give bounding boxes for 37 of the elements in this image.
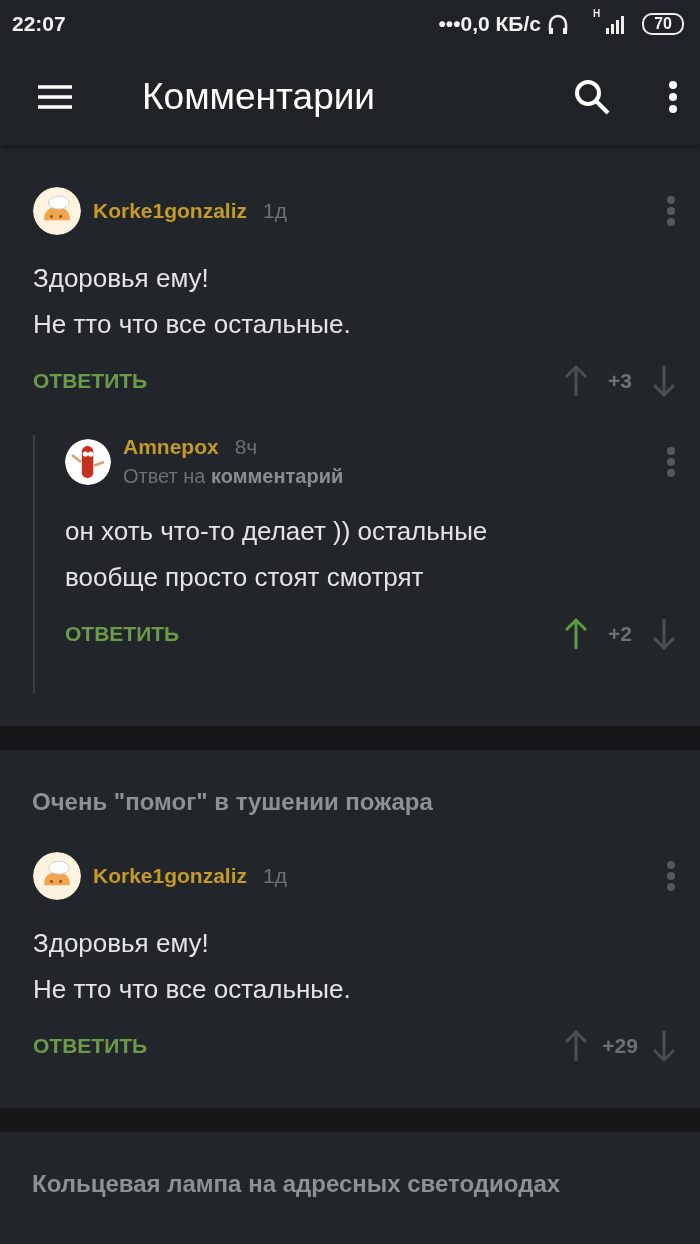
- vote-score: +29: [601, 1034, 639, 1058]
- reply-to-text: Ответ на комментарий: [123, 465, 345, 488]
- author-name[interactable]: Amnepox: [123, 435, 219, 459]
- vote-score: +3: [607, 369, 633, 393]
- avatar-icon[interactable]: [65, 438, 111, 485]
- comment-text: Здоровья ему!: [33, 927, 210, 960]
- avatar-icon[interactable]: [33, 187, 81, 235]
- author-name[interactable]: Korke1gonzaliz: [93, 864, 248, 888]
- comment-age: 1д: [263, 199, 287, 223]
- network-type: H: [592, 8, 601, 19]
- upvote-icon[interactable]: [564, 617, 588, 651]
- comment-text: Не тто что все остальные.: [33, 308, 352, 341]
- post-title[interactable]: Кольцевая лампа на адресных светодиодах: [32, 1170, 668, 1198]
- comment-text: вообще просто стоят смотрят: [65, 561, 425, 594]
- headphones-icon: [546, 13, 569, 35]
- comment-text: он хоть что-то делает )) остальные: [65, 515, 489, 548]
- network-speed: •••0,0 КБ/с: [438, 12, 541, 36]
- search-icon[interactable]: [574, 78, 610, 115]
- author-name[interactable]: Korke1gonzaliz: [93, 199, 248, 223]
- comment-text: Здоровья ему!: [33, 262, 210, 295]
- comment-age: 1д: [263, 864, 287, 888]
- more-icon[interactable]: [668, 80, 678, 113]
- reply-link[interactable]: ОТВЕТИТЬ: [65, 622, 564, 646]
- downvote-icon[interactable]: [652, 617, 676, 651]
- vote-score: +2: [607, 622, 633, 646]
- reply-link[interactable]: ОТВЕТИТЬ: [33, 369, 564, 393]
- comment-age: 8ч: [234, 435, 258, 459]
- avatar-icon[interactable]: [33, 852, 81, 900]
- menu-icon[interactable]: [38, 83, 72, 110]
- downvote-icon[interactable]: [652, 364, 676, 398]
- comment-text: Не тто что все остальные.: [33, 973, 352, 1006]
- reply-link[interactable]: ОТВЕТИТЬ: [33, 1034, 564, 1058]
- battery-level: 70: [642, 13, 684, 35]
- screen-title: Комментарии: [142, 75, 377, 118]
- downvote-icon[interactable]: [652, 1029, 676, 1063]
- status-time: 22:07: [12, 12, 66, 36]
- post-title[interactable]: Очень "помог" в тушении пожара: [0, 750, 700, 828]
